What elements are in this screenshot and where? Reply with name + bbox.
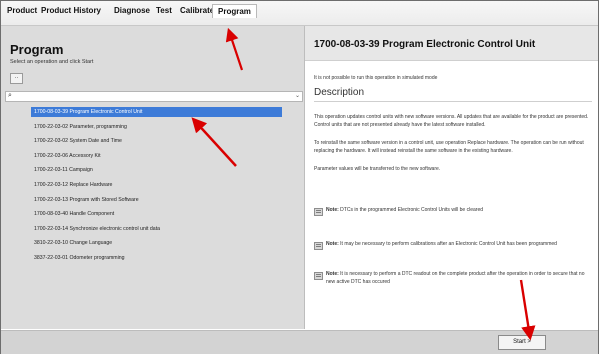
operation-item[interactable]: 1700-22-03-02 System Date and Time: [31, 136, 282, 146]
operation-item[interactable]: 1700-22-03-02 Parameter, programming: [31, 122, 282, 132]
top-menu-bar: Product Product History Diagnose Test Ca…: [1, 1, 598, 26]
description-paragraph: To reinstall the same software version i…: [314, 140, 584, 154]
details-header: 1700-08-03-39 Program Electronic Control…: [305, 26, 598, 61]
menu-program[interactable]: Program: [212, 4, 257, 18]
start-button[interactable]: Start >: [498, 335, 546, 350]
note-text: DTCs in the programmed Electronic Contro…: [340, 207, 484, 213]
menu-calibrate[interactable]: Calibrate: [180, 6, 214, 15]
note-icon: [314, 208, 323, 216]
menu-test[interactable]: Test: [156, 6, 172, 15]
operation-item[interactable]: 1700-22-03-11 Campaign: [31, 165, 282, 175]
application-window: Product Product History Diagnose Test Ca…: [0, 0, 599, 354]
operations-panel: Program Select an operation and click St…: [1, 26, 305, 329]
simulated-mode-note: It is not possible to run this operation…: [314, 75, 438, 81]
note-label: Note:: [326, 241, 339, 247]
collapse-button[interactable]: ..: [10, 73, 23, 84]
bottom-action-bar: Start >: [1, 330, 598, 354]
operation-title: 1700-08-03-39 Program Electronic Control…: [314, 39, 536, 50]
operation-item-selected[interactable]: 1700-08-03-39 Program Electronic Control…: [31, 107, 282, 117]
note-text: It is necessary to perform a DTC readout…: [326, 271, 585, 285]
search-icon: ⌕: [8, 92, 12, 99]
note-label: Note:: [326, 271, 339, 277]
operation-item[interactable]: 1700-22-03-14 Synchronize electronic con…: [31, 224, 282, 234]
operation-item[interactable]: 1700-22-03-06 Accessory Kit: [31, 151, 282, 161]
description-heading: Description: [314, 87, 365, 98]
operation-item[interactable]: 1700-22-03-13 Program with Stored Softwa…: [31, 195, 282, 205]
note-icon: [314, 272, 323, 280]
operation-details-panel: 1700-08-03-39 Program Electronic Control…: [305, 26, 598, 329]
chevron-down-icon[interactable]: ⌄: [295, 92, 300, 99]
menu-product-history[interactable]: Product History: [41, 6, 101, 15]
note-icon: [314, 242, 323, 250]
description-paragraph: This operation updates control units wit…: [314, 114, 589, 128]
panel-title: Program: [10, 42, 64, 57]
operation-item[interactable]: 1700-22-03-12 Replace Hardware: [31, 180, 282, 190]
description-paragraph: Parameter values will be transferred to …: [314, 166, 441, 172]
panel-subtitle: Select an operation and click Start: [10, 59, 94, 65]
operation-item[interactable]: 1700-08-03-40 Handle Component: [31, 209, 282, 219]
menu-product[interactable]: Product: [7, 6, 37, 15]
operation-item[interactable]: 3837-22-03-01 Odometer programming: [31, 253, 282, 263]
description-divider: [314, 101, 592, 102]
note-label: Note:: [326, 207, 339, 213]
operation-item[interactable]: 3810-22-03-10 Change Language: [31, 238, 282, 248]
menu-diagnose[interactable]: Diagnose: [114, 6, 150, 15]
note-text: It may be necessary to perform calibrati…: [340, 241, 557, 247]
search-field[interactable]: ⌕ ⌄: [5, 91, 303, 102]
